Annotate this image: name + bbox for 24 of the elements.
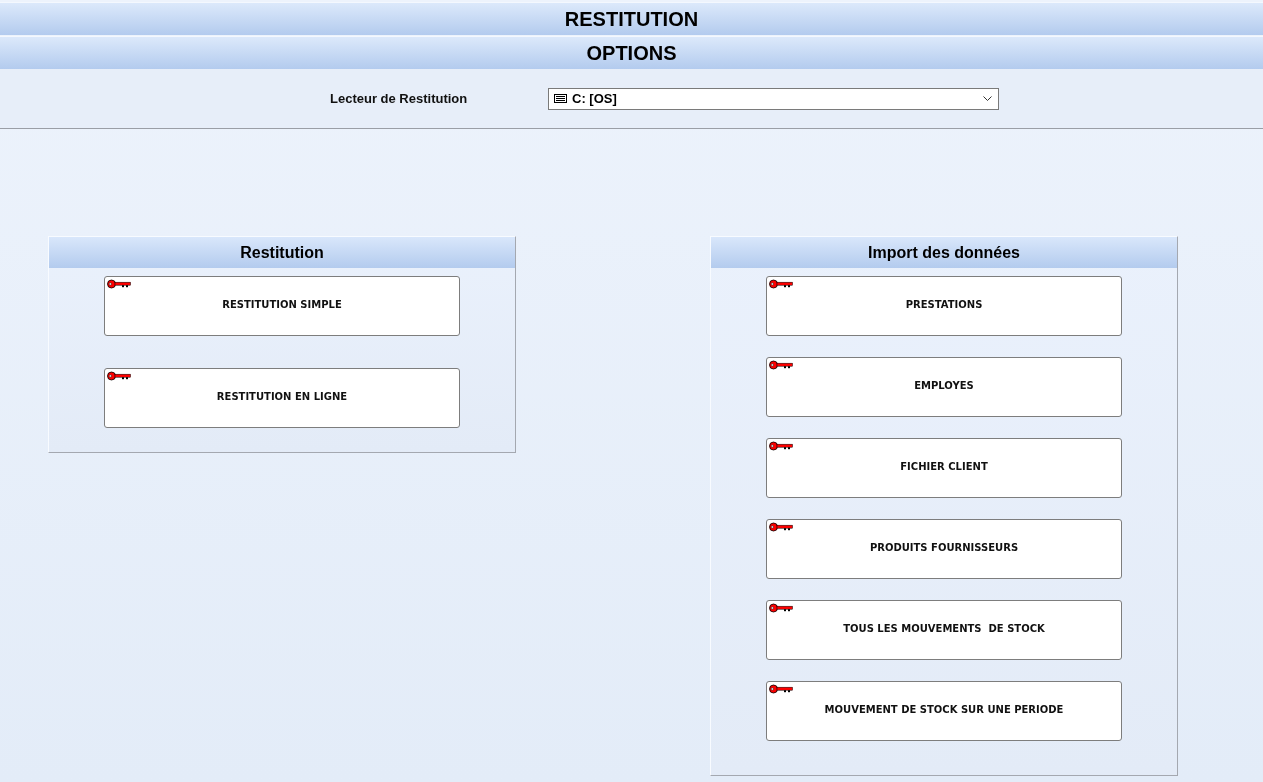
key-icon: [769, 684, 793, 694]
key-icon: [769, 279, 793, 289]
key-icon: [107, 279, 131, 289]
action-button[interactable]: RESTITUTION SIMPLE: [104, 276, 460, 336]
key-icon: [769, 360, 793, 370]
panel-title: Restitution: [240, 243, 324, 262]
drive-label: Lecteur de Restitution: [330, 91, 469, 106]
action-button[interactable]: TOUS LES MOUVEMENTS DE STOCK: [766, 600, 1122, 660]
page-title: RESTITUTION: [564, 7, 699, 31]
key-icon: [769, 522, 793, 532]
section-title: OPTIONS: [586, 41, 677, 65]
action-button[interactable]: PRESTATIONS: [766, 276, 1122, 336]
key-icon: [769, 603, 793, 613]
chevron-down-icon: [983, 96, 992, 101]
action-button[interactable]: EMPLOYES: [766, 357, 1122, 417]
action-button[interactable]: FICHIER CLIENT: [766, 438, 1122, 498]
drive-dropdown[interactable]: C: [OS]: [548, 87, 999, 110]
action-button[interactable]: RESTITUTION EN LIGNE: [104, 368, 460, 428]
key-icon: [769, 441, 793, 451]
action-button[interactable]: PRODUITS FOURNISSEURS: [766, 519, 1122, 579]
drive-icon: [554, 94, 567, 103]
panel-title: Import des données: [868, 243, 1020, 262]
key-icon: [107, 371, 131, 381]
action-button[interactable]: MOUVEMENT DE STOCK SUR UNE PERIODE: [766, 681, 1122, 741]
